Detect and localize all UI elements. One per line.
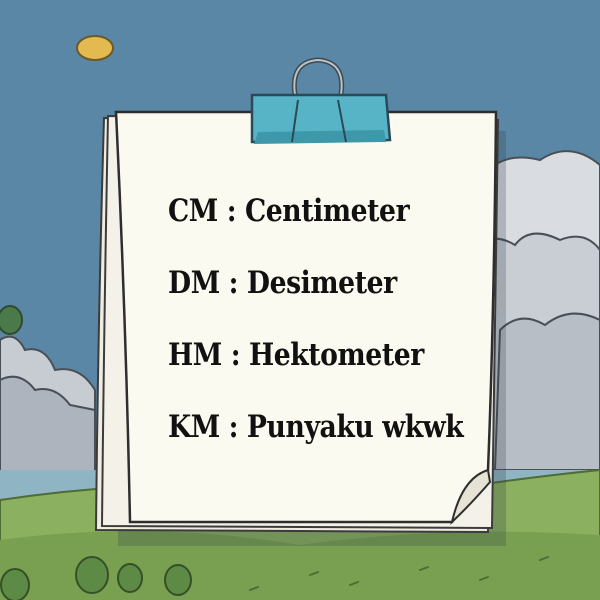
note-line-cm: CM : Centimeter	[168, 193, 410, 229]
note-line-km: KM : Punyaku wkwk	[168, 409, 464, 445]
note-line-dm: DM : Desimeter	[168, 265, 397, 301]
sun-icon	[76, 35, 114, 61]
trees-left	[0, 305, 23, 335]
note-line-hm: HM : Hektometer	[168, 337, 424, 373]
paper-front-sheet	[114, 110, 498, 524]
